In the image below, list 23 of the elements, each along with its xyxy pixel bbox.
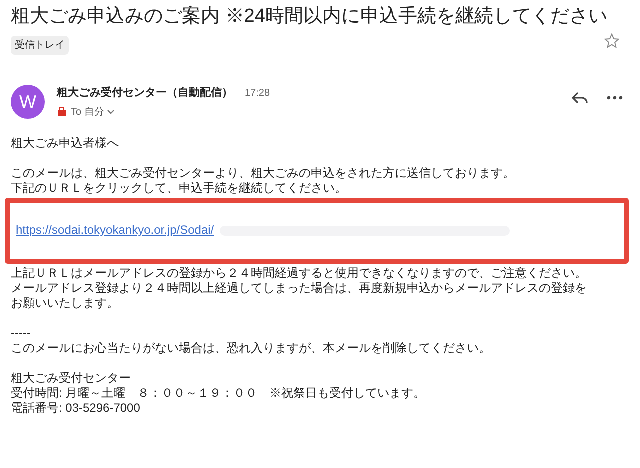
tag-icon [57, 107, 67, 117]
reply-icon[interactable] [571, 90, 589, 106]
sender-name: 粗大ごみ受付センター（自動配信） [57, 86, 233, 101]
sender-avatar: W [11, 85, 45, 119]
chevron-down-icon [107, 108, 116, 116]
more-icon[interactable] [607, 95, 623, 101]
body-text: このメールにお心当たりがない場合は、恐れ入りますが、本メールを削除してください。 [11, 340, 491, 356]
continue-link[interactable]: https://sodai.tokyokankyo.or.jp/Sodai/ [16, 223, 214, 238]
signature-text: 粗大ごみ受付センター [11, 370, 131, 386]
email-subject: 粗大ごみ申込みのご案内 ※24時間以内に申込手続を継続してください [11, 4, 608, 29]
inbox-label[interactable]: 受信トレイ [11, 36, 69, 55]
signature-text: 受付時間: 月曜～土曜 ８：００～１９：００ ※祝祭日も受付しています。 [11, 386, 426, 400]
star-icon[interactable] [604, 32, 620, 48]
body-text: このメールは、粗大ごみ受付センターより、粗大ごみの申込をされた方に送信しております。 [11, 166, 515, 180]
greeting-text: 粗大ごみ申込者様へ [11, 136, 119, 150]
body-text: お願いいたします。 [11, 296, 119, 310]
body-text: メールアドレス登録より２４時間以上経過してしまった場合は、再度新規申込からメールアドレスの登録を [11, 280, 587, 296]
signature-text: 電話番号: 03-5296-7000 [11, 400, 140, 416]
body-text: 下記のＵＲＬをクリックして、申込手続を継続してください。 [11, 180, 347, 196]
separator-text: ----- [11, 326, 31, 340]
recipient-menu[interactable]: To 自分 [71, 104, 116, 120]
sent-time: 17:28 [245, 86, 270, 101]
body-text: 上記ＵＲＬはメールアドレスの登録から２４時間経過すると使用できなくなりますので、ご注意ください。 [11, 266, 587, 280]
